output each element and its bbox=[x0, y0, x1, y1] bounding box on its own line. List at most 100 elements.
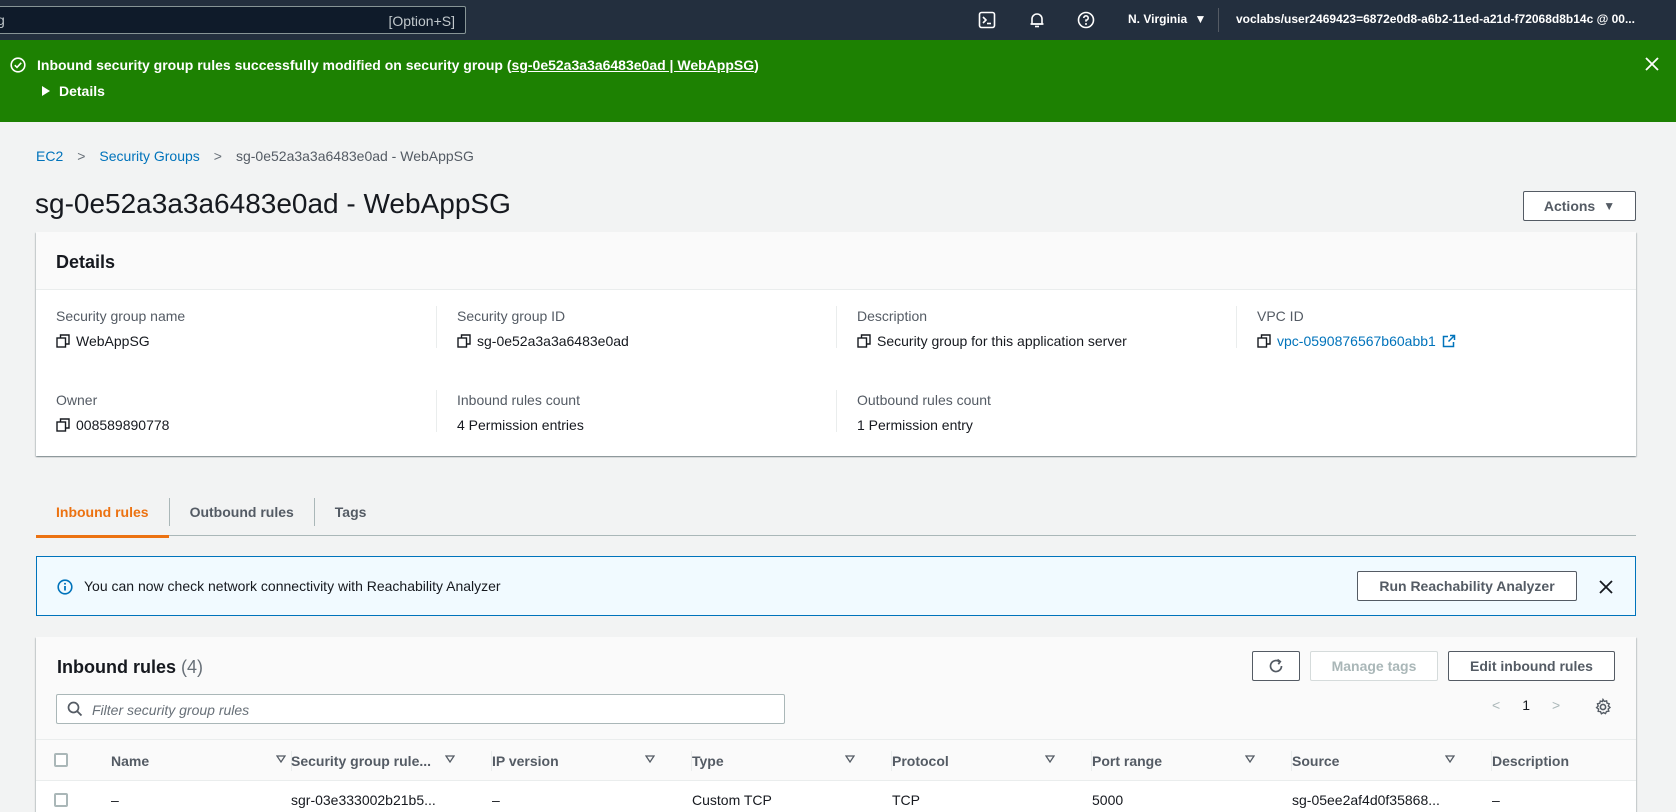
flash-details-toggle[interactable]: Details bbox=[42, 83, 105, 99]
field-label: Outbound rules count bbox=[857, 392, 991, 408]
column-divider bbox=[836, 390, 837, 432]
field-description: Description Security group for this appl… bbox=[857, 308, 1127, 349]
tab-tags[interactable]: Tags bbox=[315, 488, 387, 536]
column-header-type[interactable]: Type bbox=[692, 740, 872, 782]
breadcrumb-security-groups[interactable]: Security Groups bbox=[99, 148, 199, 164]
cell-source[interactable]: sg-05ee2af4d0f35868... bbox=[1292, 792, 1440, 808]
chevron-right-icon[interactable]: > bbox=[1552, 697, 1560, 713]
field-outbound-rules-count: Outbound rules count 1 Permission entry bbox=[857, 392, 991, 433]
copy-icon[interactable] bbox=[1257, 334, 1271, 348]
column-divider bbox=[436, 306, 437, 348]
tab-outbound-rules[interactable]: Outbound rules bbox=[170, 488, 314, 536]
column-header-rule-id[interactable]: Security group rule... bbox=[291, 740, 471, 782]
column-label: Description bbox=[1492, 753, 1570, 769]
chevron-right-icon: > bbox=[77, 148, 86, 164]
inbound-rules-panel: Inbound rules (4) Manage tags Edit inbou… bbox=[36, 637, 1636, 812]
table-row[interactable]: – sgr-03e333002b21b5... – Custom TCP TCP… bbox=[36, 781, 1636, 812]
copy-icon[interactable] bbox=[457, 334, 471, 348]
column-header-description[interactable]: Description bbox=[1492, 740, 1632, 782]
chevron-right-icon: > bbox=[213, 148, 222, 164]
flash-details-label: Details bbox=[59, 83, 105, 99]
actions-button[interactable]: Actions ▼ bbox=[1523, 191, 1636, 221]
column-label: Port range bbox=[1092, 753, 1163, 769]
column-label: Name bbox=[111, 753, 150, 769]
run-reachability-analyzer-button[interactable]: Run Reachability Analyzer bbox=[1357, 571, 1577, 601]
search-input[interactable]: g [Option+S] bbox=[0, 6, 466, 34]
reachability-info-alert: You can now check network connectivity w… bbox=[36, 556, 1636, 616]
flash-message: Inbound security group rules successfull… bbox=[37, 57, 759, 73]
select-all-checkbox[interactable] bbox=[54, 753, 68, 767]
cloudshell-icon[interactable] bbox=[976, 9, 998, 31]
column-label: Type bbox=[692, 753, 724, 769]
caret-down-icon: ▼ bbox=[1194, 12, 1207, 26]
field-value: 4 Permission entries bbox=[457, 417, 584, 433]
column-header-ip-version[interactable]: IP version bbox=[492, 740, 672, 782]
field-security-group-name: Security group name WebAppSG bbox=[56, 308, 185, 349]
column-label: Security group rule... bbox=[291, 753, 432, 769]
field-security-group-id: Security group ID sg-0e52a3a3a6483e0ad bbox=[457, 308, 629, 349]
filter-placeholder: Filter security group rules bbox=[92, 702, 250, 718]
field-label: Owner bbox=[56, 392, 98, 408]
field-label: VPC ID bbox=[1257, 308, 1304, 324]
cell-type: Custom TCP bbox=[692, 792, 772, 808]
cell-description: – bbox=[1492, 792, 1500, 808]
close-icon[interactable] bbox=[1643, 55, 1661, 73]
copy-icon[interactable] bbox=[56, 418, 70, 432]
bell-icon[interactable] bbox=[1026, 9, 1048, 31]
actions-label: Actions bbox=[1543, 198, 1596, 214]
security-group-link[interactable]: sg-0e52a3a3a6483e0ad | WebAppSG bbox=[512, 57, 755, 73]
account-menu[interactable]: voclabs/user2469423=6872e0d8-a6b2-11ed-a… bbox=[1236, 12, 1648, 26]
breadcrumb-ec2[interactable]: EC2 bbox=[36, 148, 63, 164]
column-label: Protocol bbox=[892, 753, 949, 769]
column-header-protocol[interactable]: Protocol bbox=[892, 740, 1072, 782]
edit-inbound-rules-button[interactable]: Edit inbound rules bbox=[1448, 651, 1615, 681]
nav-divider bbox=[1218, 8, 1219, 32]
sort-caret-icon bbox=[1245, 755, 1255, 764]
column-header-name[interactable]: Name bbox=[111, 740, 286, 782]
close-icon[interactable] bbox=[1597, 578, 1615, 596]
success-check-icon bbox=[10, 57, 26, 73]
breadcrumb: EC2 > Security Groups > sg-0e52a3a3a6483… bbox=[36, 148, 474, 164]
manage-tags-button[interactable]: Manage tags bbox=[1310, 651, 1438, 681]
top-nav: g [Option+S] N. Virginia ▼ voclabs/user2… bbox=[0, 0, 1676, 40]
column-divider bbox=[1236, 306, 1237, 348]
rules-header: Inbound rules (4) bbox=[57, 657, 203, 678]
sort-caret-icon bbox=[276, 755, 286, 764]
field-label: Description bbox=[857, 308, 928, 324]
external-link-icon[interactable] bbox=[1442, 334, 1456, 348]
refresh-icon bbox=[1269, 658, 1283, 673]
gear-icon[interactable] bbox=[1594, 698, 1612, 716]
field-inbound-rules-count: Inbound rules count 4 Permission entries bbox=[457, 392, 584, 433]
flash-message-suffix: ) bbox=[754, 57, 759, 73]
success-flashbar: Inbound security group rules successfull… bbox=[0, 40, 1676, 122]
sort-caret-icon bbox=[845, 755, 855, 764]
chevron-left-icon[interactable]: < bbox=[1492, 697, 1500, 713]
cell-rule-id[interactable]: sgr-03e333002b21b5... bbox=[291, 792, 436, 808]
column-header-port-range[interactable]: Port range bbox=[1092, 740, 1272, 782]
region-label: N. Virginia bbox=[1128, 12, 1188, 26]
rules-table-header: Name Security group rule... IP version T… bbox=[36, 739, 1636, 781]
filter-rules-input[interactable]: Filter security group rules bbox=[56, 694, 785, 724]
details-panel: Details Security group name WebAppSG Sec… bbox=[36, 232, 1636, 456]
vpc-link[interactable]: vpc-0590876567b60abb1 bbox=[1277, 333, 1436, 349]
sort-caret-icon bbox=[645, 755, 655, 764]
caret-right-icon bbox=[42, 86, 50, 96]
region-selector[interactable]: N. Virginia ▼ bbox=[1128, 12, 1206, 26]
info-icon bbox=[57, 579, 73, 595]
search-shortcut-hint: [Option+S] bbox=[388, 13, 455, 29]
refresh-button[interactable] bbox=[1252, 651, 1300, 681]
pagination: < 1 > bbox=[1492, 697, 1560, 713]
row-checkbox[interactable] bbox=[54, 793, 68, 807]
cell-ip-version: – bbox=[492, 792, 500, 808]
tab-inbound-rules[interactable]: Inbound rules bbox=[36, 488, 169, 538]
current-page[interactable]: 1 bbox=[1522, 697, 1530, 713]
field-value: 1 Permission entry bbox=[857, 417, 973, 433]
field-label: Security group ID bbox=[457, 308, 566, 324]
page-title: sg-0e52a3a3a6483e0ad - WebAppSG bbox=[35, 188, 511, 219]
info-alert-text: You can now check network connectivity w… bbox=[84, 578, 501, 594]
copy-icon[interactable] bbox=[857, 334, 871, 348]
column-divider bbox=[436, 390, 437, 432]
help-icon[interactable] bbox=[1075, 9, 1097, 31]
copy-icon[interactable] bbox=[56, 334, 70, 348]
column-header-source[interactable]: Source bbox=[1292, 740, 1472, 782]
